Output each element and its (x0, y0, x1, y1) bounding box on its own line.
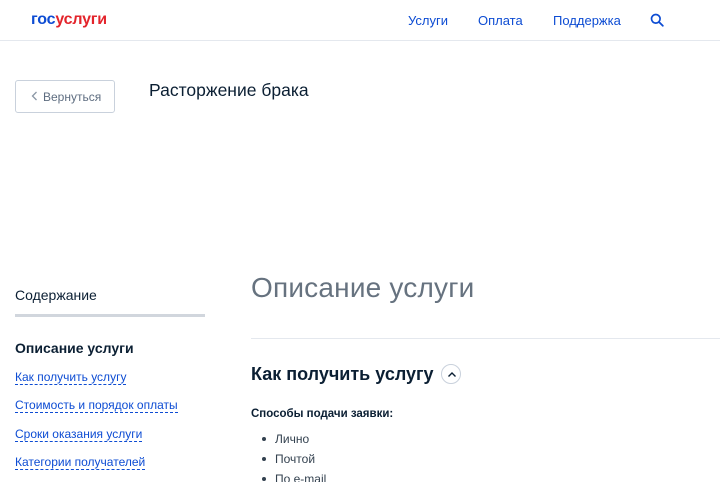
nav-link-payment[interactable]: Оплата (478, 13, 523, 28)
toc-heading: Содержание (15, 287, 97, 303)
back-button-label: Вернуться (43, 89, 102, 104)
method-item: Почтой (262, 452, 315, 466)
toc-link-cost[interactable]: Стоимость и порядок оплаты (15, 398, 178, 413)
bullet-icon (262, 476, 266, 481)
method-label: Лично (275, 432, 310, 446)
search-icon[interactable] (650, 13, 664, 27)
nav-link-services[interactable]: Услуги (408, 13, 448, 28)
page: госуслуги Услуги Оплата Поддержка Вернут… (0, 0, 720, 482)
method-item: Лично (262, 432, 309, 446)
submission-methods-heading: Способы подачи заявки: (251, 408, 394, 420)
service-title: Расторжение брака (149, 80, 309, 100)
method-item: По e-mail (262, 472, 326, 482)
toc-item-active[interactable]: Описание услуги (15, 340, 134, 356)
back-button[interactable]: Вернуться (15, 80, 115, 113)
method-label: Почтой (275, 452, 316, 466)
bullet-icon (262, 456, 266, 461)
toc-link-how-to-get[interactable]: Как получить услугу (15, 370, 127, 385)
main-title: Описание услуги (251, 272, 475, 303)
toc-link-terms[interactable]: Сроки оказания услуги (15, 427, 143, 442)
bullet-icon (262, 436, 266, 441)
gosuslugi-logo[interactable]: госуслуги (31, 11, 107, 29)
toc-link-recipients[interactable]: Категории получателей (15, 455, 146, 470)
chevron-up-icon (448, 372, 456, 377)
section-heading: Как получить услугу (251, 364, 434, 384)
toc-divider (15, 314, 205, 317)
site-header: госуслуги Услуги Оплата Поддержка (0, 0, 720, 41)
nav-link-support[interactable]: Поддержка (553, 13, 621, 28)
logo-part-gos: гос (31, 11, 56, 28)
chevron-left-icon (31, 90, 43, 104)
main-divider (251, 338, 720, 339)
collapse-button[interactable] (441, 364, 461, 384)
logo-part-uslugi: услуги (55, 11, 107, 28)
method-label: По e-mail (275, 472, 327, 482)
